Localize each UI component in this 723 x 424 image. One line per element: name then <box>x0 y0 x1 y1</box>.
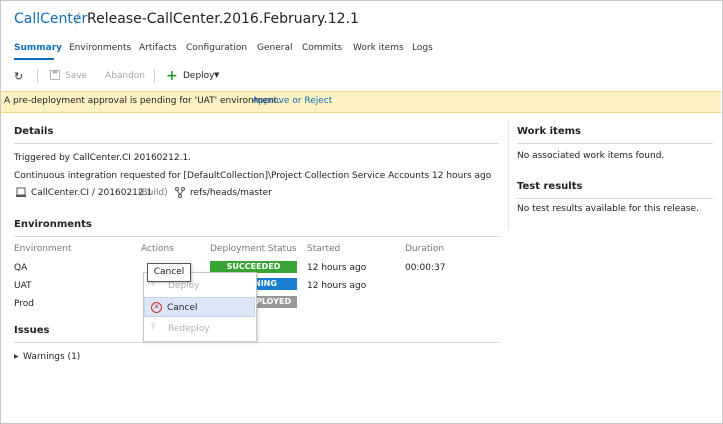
work-items-empty-text: No associated work items found. <box>517 151 665 161</box>
branch-name: refs/heads/master <box>190 188 272 198</box>
redeploy-icon: ⤒ <box>151 323 155 333</box>
cancel-tooltip: Cancel <box>147 263 191 282</box>
tab-configuration[interactable]: Configuration <box>186 43 247 53</box>
integration-text: Continuous integration requested for [De… <box>14 171 492 181</box>
details-heading: Details <box>14 126 54 137</box>
tab-work-items[interactable]: Work items <box>353 43 404 53</box>
menu-item-redeploy[interactable]: ⤒ Redeploy <box>144 319 255 339</box>
issues-divider <box>14 342 499 343</box>
approve-or-reject-link[interactable]: Approve or Reject <box>252 96 332 106</box>
abandon-button[interactable]: Abandon <box>105 71 145 81</box>
tab-general[interactable]: General <box>257 43 292 53</box>
column-environment: Environment <box>14 244 72 254</box>
tab-commits[interactable]: Commits <box>302 43 342 53</box>
column-started: Started <box>307 244 341 254</box>
build-icon <box>16 187 26 197</box>
menu-item-redeploy-label: Redeploy <box>168 324 210 334</box>
toolbar-divider <box>37 70 38 82</box>
chevron-down-icon[interactable]: ▼ <box>214 71 219 79</box>
environment-name-prod[interactable]: Prod <box>14 299 34 309</box>
started-cell: 12 hours ago <box>307 263 367 273</box>
environments-divider <box>14 236 499 237</box>
issues-heading: Issues <box>14 325 50 336</box>
active-tab-indicator <box>14 58 54 60</box>
triggered-by-text: Triggered by CallCenter.CI 20160212.1. <box>14 153 192 163</box>
tab-artifacts[interactable]: Artifacts <box>139 43 177 53</box>
tab-logs[interactable]: Logs <box>412 43 433 53</box>
started-cell: 12 hours ago <box>307 281 367 291</box>
menu-item-deploy-label: Deploy <box>168 281 200 291</box>
plus-icon: + <box>166 68 178 84</box>
refresh-icon[interactable]: ↻ <box>14 70 23 83</box>
environments-heading: Environments <box>14 219 92 230</box>
artifact-link[interactable]: CallCenter.CI / 20160212.1 <box>31 188 152 198</box>
test-results-divider <box>517 198 713 199</box>
work-items-divider <box>517 143 713 144</box>
breadcrumb-separator: / <box>75 11 80 27</box>
column-divider <box>508 120 509 230</box>
menu-item-cancel-label: Cancel <box>167 303 198 313</box>
page-title: Release-CallCenter.2016.February.12.1 <box>87 11 359 27</box>
banner-message: A pre-deployment approval is pending for… <box>4 96 281 106</box>
save-icon <box>50 70 60 80</box>
warnings-toggle[interactable]: Warnings (1) <box>23 352 80 362</box>
tab-summary[interactable]: Summary <box>14 43 62 53</box>
test-results-empty-text: No test results available for this relea… <box>517 204 699 214</box>
environment-name-qa[interactable]: QA <box>14 263 27 273</box>
column-deployment-status: Deployment Status <box>210 244 297 254</box>
column-duration: Duration <box>405 244 445 254</box>
deploy-button[interactable]: Deploy <box>183 71 215 81</box>
duration-cell: 00:00:37 <box>405 263 446 273</box>
artifact-type: (Build) <box>138 188 168 198</box>
test-results-heading: Test results <box>517 181 583 192</box>
environment-name-uat[interactable]: UAT <box>14 281 32 291</box>
details-divider <box>14 143 499 144</box>
column-actions: Actions <box>141 244 174 254</box>
save-button[interactable]: Save <box>65 71 87 81</box>
tab-environments[interactable]: Environments <box>69 43 131 53</box>
chevron-right-icon[interactable]: ▶ <box>14 353 19 360</box>
branch-icon <box>175 187 185 198</box>
cancel-icon: ✕ <box>151 302 162 313</box>
toolbar-divider <box>154 70 155 82</box>
work-items-heading: Work items <box>517 126 581 137</box>
